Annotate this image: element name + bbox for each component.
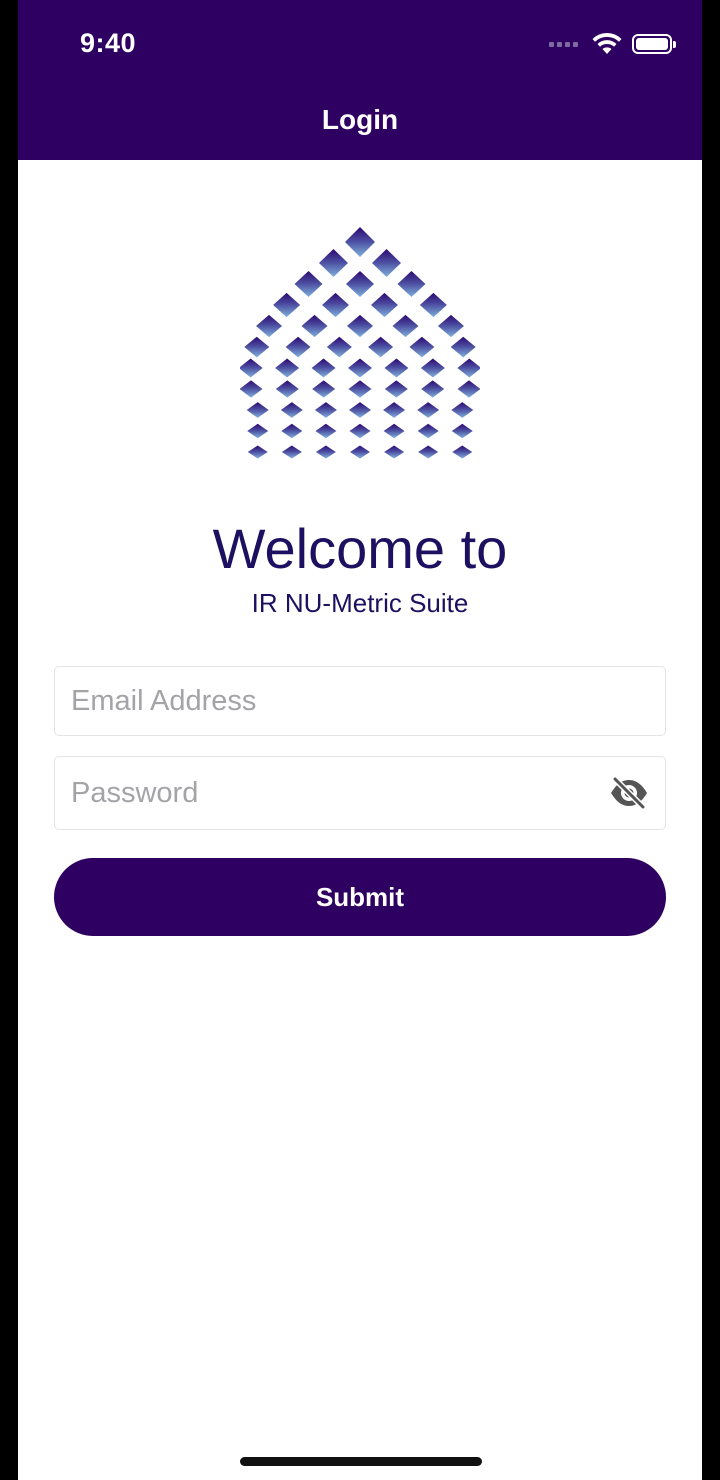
logo-diamond <box>451 402 474 418</box>
logo-diamond <box>294 270 323 298</box>
logo-diamond <box>384 445 405 459</box>
logo-diamond <box>285 336 311 358</box>
logo-diamond <box>457 380 480 398</box>
logo-diamond <box>247 445 268 459</box>
welcome-heading: Welcome to <box>212 517 508 580</box>
logo-diamond <box>372 249 402 277</box>
logo-diamond <box>326 336 352 358</box>
logo-diamond <box>368 336 394 358</box>
password-input[interactable] <box>55 757 607 829</box>
logo-diamond <box>370 292 398 318</box>
logo-diamond <box>397 270 426 298</box>
logo-diamond <box>275 380 299 398</box>
logo-diamond <box>348 380 372 398</box>
eye-off-icon <box>611 776 647 810</box>
logo-diamond <box>314 402 337 418</box>
battery-icon <box>632 34 676 54</box>
logo-diamond <box>418 445 439 459</box>
logo-diamond <box>452 445 473 459</box>
logo-diamond <box>450 336 476 358</box>
logo-diamond <box>247 423 269 439</box>
logo-diamond <box>240 380 263 398</box>
logo-diamond <box>384 358 409 378</box>
email-input[interactable] <box>55 667 665 735</box>
logo-diamond <box>409 336 435 358</box>
logo-diamond <box>417 402 440 418</box>
logo-diamond <box>318 249 348 277</box>
logo-diamond <box>451 423 473 439</box>
wifi-icon <box>592 32 622 54</box>
logo-diamond <box>312 380 336 398</box>
cellular-signal-icon <box>549 41 578 47</box>
logo-diamond <box>420 358 445 378</box>
logo-diamond <box>421 380 445 398</box>
logo-diamond <box>383 402 406 418</box>
logo-diamond <box>315 445 336 459</box>
logo-diamond <box>349 423 371 439</box>
logo-diamond <box>256 314 283 338</box>
logo-diamond <box>346 270 374 298</box>
logo-diamond <box>275 358 300 378</box>
logo-diamond <box>348 358 372 378</box>
droplet-diamond-logo-icon <box>240 227 480 459</box>
logo-diamond <box>419 292 447 318</box>
logo-diamond <box>315 423 337 439</box>
logo-diamond <box>383 423 405 439</box>
logo-diamond <box>347 314 373 338</box>
logo-diamond <box>349 402 371 418</box>
logo-diamond <box>457 358 480 378</box>
logo-diamond <box>345 227 375 257</box>
submit-button[interactable]: Submit <box>54 858 666 936</box>
logo-diamond <box>350 445 370 459</box>
logo-diamond <box>301 314 328 338</box>
logo-diamond <box>322 292 350 318</box>
logo-diamond <box>392 314 419 338</box>
logo-diamond <box>281 423 303 439</box>
logo-diamond <box>246 402 269 418</box>
logo-diamond <box>280 402 303 418</box>
logo-diamond <box>311 358 336 378</box>
status-time: 9:40 <box>80 28 137 58</box>
suite-name: IR NU-Metric Suite <box>251 588 469 618</box>
logo-diamond <box>417 423 439 439</box>
logo-diamond <box>384 380 408 398</box>
header-bar: 9:40 Login <box>18 0 702 160</box>
logo-diamond <box>273 292 301 318</box>
page-title: Login <box>321 104 399 135</box>
logo-diamond <box>437 314 464 338</box>
login-screen: 9:40 Login Welcome to IR NU-Metric Suite… <box>18 0 702 1480</box>
logo-diamond <box>240 358 263 378</box>
password-visibility-toggle[interactable] <box>607 771 651 815</box>
status-icons <box>549 30 676 58</box>
home-indicator <box>240 1457 482 1466</box>
email-field[interactable] <box>54 666 666 736</box>
password-field[interactable] <box>54 756 666 830</box>
logo-diamond <box>244 336 270 358</box>
logo-diamond <box>281 445 302 459</box>
